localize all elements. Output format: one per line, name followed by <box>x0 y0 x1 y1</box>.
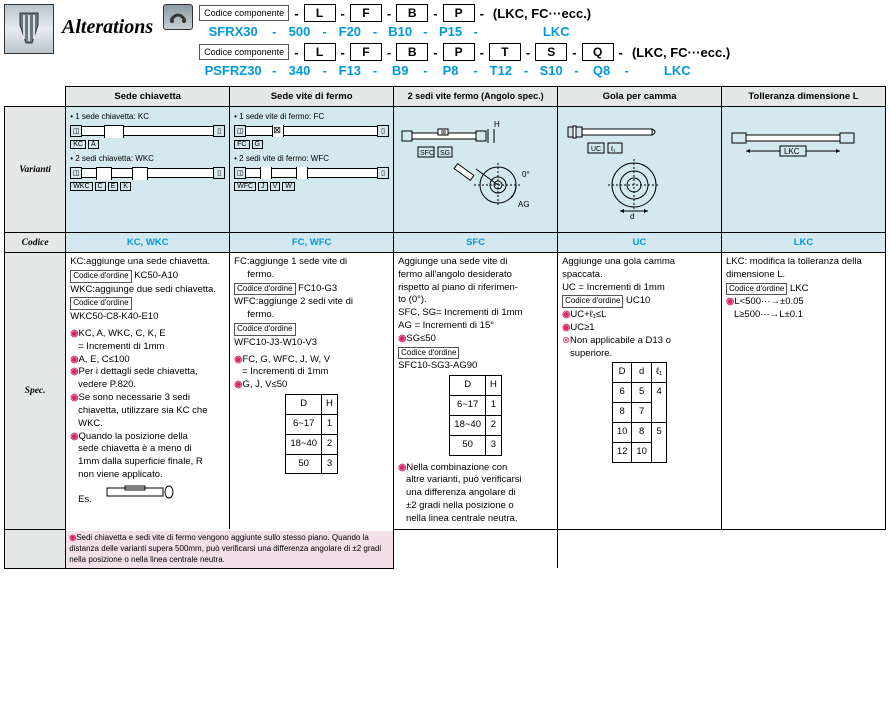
svg-text:⊠: ⊠ <box>441 130 446 136</box>
spec-sfc: Aggiunge una sede vite di fermo all'ango… <box>394 253 558 530</box>
svg-text:AG: AG <box>518 200 530 209</box>
col-gola: Gola per camma <box>558 87 722 107</box>
v1-end: LKC <box>543 24 570 39</box>
col-2sedi: 2 sedi vite fermo (Angolo spec.) <box>394 87 558 107</box>
slot-P: P <box>443 4 475 22</box>
svg-text:0°: 0° <box>522 170 530 179</box>
slot-B: B <box>396 4 428 22</box>
svg-text:SFC: SFC <box>420 150 434 157</box>
v1-code: SFRX30 <box>199 24 267 39</box>
code-fc: FC, WFC <box>230 233 394 253</box>
fc-table: DH 6~171 18~402 503 <box>285 394 338 474</box>
col-sede-vite: Sede vite di fermo <box>230 87 394 107</box>
variant-fc: • 1 sede vite di fermo: FC ◫⊠▯ FCG • 2 s… <box>230 107 394 233</box>
code-kc: KC, WKC <box>66 233 230 253</box>
code-sfc: SFC <box>394 233 558 253</box>
svg-text:UC: UC <box>591 146 601 153</box>
footnote: ◉Sedi chiavetta e sedi vite di fermo ven… <box>66 531 393 567</box>
svg-text:ℓ₁: ℓ₁ <box>610 146 616 153</box>
phone-icon <box>163 4 193 30</box>
spec-kc: KC:aggiunge una sede chiavetta. Codice d… <box>66 253 230 530</box>
svg-text:H: H <box>494 120 500 129</box>
code-comp-label: Codice componente <box>199 5 289 21</box>
uc-table: Ddℓ₁ 654 87 1085 1210 <box>612 362 667 462</box>
code-lkc: LKC <box>722 233 886 253</box>
slot-F: F <box>350 4 382 22</box>
svg-text:SG: SG <box>440 150 450 157</box>
svg-text:LKC: LKC <box>784 147 800 156</box>
alterations-title: Alterations <box>62 16 153 39</box>
milling-icon <box>4 4 54 54</box>
variant-uc: UC ℓ₁ d <box>558 107 722 233</box>
slot-L: L <box>304 4 336 22</box>
row-varianti: Varianti <box>5 107 66 233</box>
spec-uc: Aggiunge una gola camma spaccata. UC = I… <box>558 253 722 530</box>
row1-paren: (LKC, FC···ecc.) <box>493 6 591 21</box>
variant-lkc: LKC <box>722 107 886 233</box>
header: Alterations Codice componente -L -F -B -… <box>4 4 886 82</box>
code-block: Codice componente -L -F -B -P - (LKC, FC… <box>199 4 730 82</box>
row-spec: Spec. <box>5 253 66 530</box>
spec-lkc: LKC: modifica la tolleranza della dimens… <box>722 253 886 530</box>
alterations-table: Sede chiavetta Sede vite di fermo 2 sedi… <box>4 86 886 569</box>
code-uc: UC <box>558 233 722 253</box>
variant-sfc: ⊠ H SFC SG 0° AG <box>394 107 558 233</box>
row-codice: Codice <box>5 233 66 253</box>
sfc-table: DH 6~171 18~402 503 <box>449 375 502 455</box>
col-sede-chiavetta: Sede chiavetta <box>66 87 230 107</box>
spec-fc: FC:aggiunge 1 sede vite di fermo. Codice… <box>230 253 394 530</box>
variant-kc: • 1 sede chiavetta: KC ◫▯ KCA • 2 sedi c… <box>66 107 230 233</box>
svg-text:d: d <box>630 212 634 221</box>
col-tolleranza: Tolleranza dimensione L <box>722 87 886 107</box>
